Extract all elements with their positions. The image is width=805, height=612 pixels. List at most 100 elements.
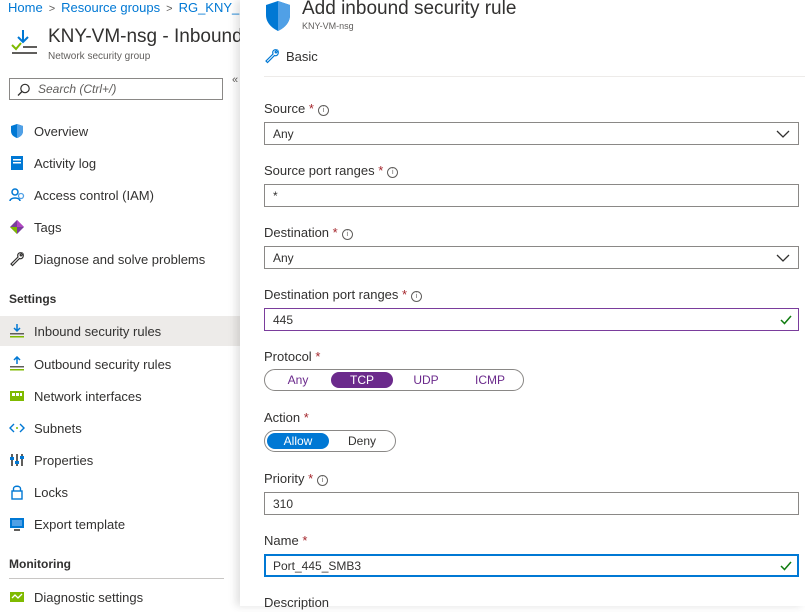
chevron-right-icon: > xyxy=(166,3,173,15)
nav-label: Properties xyxy=(34,453,94,468)
chevron-down-icon xyxy=(776,130,790,138)
protocol-option-icmp[interactable]: ICMP xyxy=(459,372,521,388)
protocol-option-udp[interactable]: UDP xyxy=(395,372,457,388)
checkmark-icon xyxy=(780,561,792,571)
name-label: Name * xyxy=(264,533,308,548)
action-option-deny[interactable]: Deny xyxy=(331,433,393,449)
nav-item-network-interfaces[interactable]: Network interfaces xyxy=(0,381,240,411)
description-label: Description xyxy=(264,595,330,610)
checkmark-icon xyxy=(780,315,792,325)
diagnostic-settings-icon xyxy=(10,592,24,602)
nav-label: Subnets xyxy=(34,421,82,436)
nav-label: Diagnostic settings xyxy=(34,590,144,605)
divider xyxy=(9,578,224,579)
action-toggle: Allow Deny xyxy=(264,430,396,452)
blade-subtitle: Network security group xyxy=(48,51,151,62)
wrench-icon xyxy=(265,49,279,64)
info-icon: i xyxy=(317,105,329,116)
source-value: Any xyxy=(273,127,294,141)
nsg-blade: KNY-VM-nsg - Inbound Network security gr… xyxy=(0,16,243,606)
nav-label: Tags xyxy=(34,220,62,235)
source-dropdown[interactable]: Any xyxy=(264,122,799,145)
divider xyxy=(264,76,805,77)
protocol-toggle: Any TCP UDP ICMP xyxy=(264,369,524,391)
breadcrumb-home[interactable]: Home xyxy=(8,0,43,15)
nav-label: Inbound security rules xyxy=(34,324,162,339)
priority-input[interactable]: 310 xyxy=(264,492,799,515)
info-icon: i xyxy=(341,229,353,240)
nav-label: Overview xyxy=(34,124,89,139)
nav-item-tags[interactable]: Tags xyxy=(0,212,240,242)
protocol-option-any[interactable]: Any xyxy=(267,372,329,388)
nav-item-outbound-rules[interactable]: Outbound security rules xyxy=(0,349,240,379)
activity-log-icon xyxy=(11,156,23,170)
properties-icon xyxy=(10,454,24,466)
action-option-allow[interactable]: Allow xyxy=(267,433,329,449)
nav-item-locks[interactable]: Locks xyxy=(0,477,240,507)
collapse-button[interactable]: « xyxy=(232,74,238,86)
breadcrumb: Home > Resource groups > RG_KNY_ xyxy=(8,0,239,16)
dest-port-input[interactable]: 445 xyxy=(264,308,799,331)
section-monitoring: Monitoring xyxy=(9,557,71,571)
nav-item-inbound-rules[interactable]: Inbound security rules xyxy=(0,316,240,346)
nav-item-activity-log[interactable]: Activity log xyxy=(0,148,240,178)
name-value: Port_445_SMB3 xyxy=(273,559,362,573)
people-icon xyxy=(9,188,25,202)
nav-label: Outbound security rules xyxy=(34,357,172,372)
source-port-label: Source port ranges * i xyxy=(264,163,399,178)
wrench-icon xyxy=(10,252,24,267)
destination-value: Any xyxy=(273,251,294,265)
inbound-rules-icon xyxy=(11,30,37,54)
info-icon: i xyxy=(317,475,329,486)
shield-icon xyxy=(266,1,290,31)
info-icon: i xyxy=(411,291,423,302)
nav-item-diagnostic-settings[interactable]: Diagnostic settings xyxy=(0,582,240,612)
dest-port-value: 445 xyxy=(273,313,294,327)
source-port-value: * xyxy=(273,189,278,203)
nav-label: Locks xyxy=(34,485,68,500)
priority-label: Priority * i xyxy=(264,471,329,486)
protocol-label: Protocol * xyxy=(264,349,321,364)
panel-subtitle: KNY-VM-nsg xyxy=(302,21,354,31)
search-input[interactable]: Search (Ctrl+/) xyxy=(9,78,223,100)
nav-item-subnets[interactable]: Subnets xyxy=(0,413,240,443)
destination-label: Destination * i xyxy=(264,225,353,240)
blade-title: KNY-VM-nsg - Inbound xyxy=(48,26,243,47)
nav-label: Network interfaces xyxy=(34,389,142,404)
chevron-right-icon: > xyxy=(48,3,56,15)
nav-item-overview[interactable]: Overview xyxy=(0,116,240,146)
outbound-rules-icon xyxy=(10,356,24,371)
search-placeholder: Search (Ctrl+/) xyxy=(38,82,117,96)
lock-icon xyxy=(11,485,23,500)
source-port-input[interactable]: * xyxy=(264,184,799,207)
shield-icon xyxy=(11,124,23,138)
nav-label: Export template xyxy=(34,517,126,532)
inbound-rules-icon xyxy=(10,324,24,338)
section-settings: Settings xyxy=(9,292,57,306)
tag-icon xyxy=(10,220,24,234)
add-rule-panel: Add inbound security rule KNY-VM-nsg Bas… xyxy=(240,0,805,610)
search-icon xyxy=(17,83,30,96)
breadcrumb-resource-groups[interactable]: Resource groups xyxy=(61,0,160,15)
priority-value: 310 xyxy=(273,497,294,511)
basic-mode-button[interactable]: Basic xyxy=(286,49,318,64)
network-interface-icon xyxy=(10,391,24,401)
source-label: Source * i xyxy=(264,101,329,116)
chevron-down-icon xyxy=(776,254,790,262)
protocol-option-tcp[interactable]: TCP xyxy=(331,372,393,388)
nav-label: Activity log xyxy=(34,156,97,171)
nav-item-iam[interactable]: Access control (IAM) xyxy=(0,180,240,210)
action-label: Action * xyxy=(264,410,309,425)
nav-label: Access control (IAM) xyxy=(34,188,154,203)
destination-dropdown[interactable]: Any xyxy=(264,246,799,269)
info-icon: i xyxy=(387,167,399,178)
panel-title: Add inbound security rule xyxy=(302,0,517,19)
subnets-icon xyxy=(9,423,25,433)
breadcrumb-resource-group[interactable]: RG_KNY_ xyxy=(179,0,240,15)
nav-label: Diagnose and solve problems xyxy=(34,252,206,267)
nav-item-properties[interactable]: Properties xyxy=(0,445,240,475)
name-input[interactable]: Port_445_SMB3 xyxy=(264,554,799,577)
nav-item-export-template[interactable]: Export template xyxy=(0,509,240,539)
export-template-icon xyxy=(10,518,24,531)
nav-item-diagnose[interactable]: Diagnose and solve problems xyxy=(0,244,240,274)
